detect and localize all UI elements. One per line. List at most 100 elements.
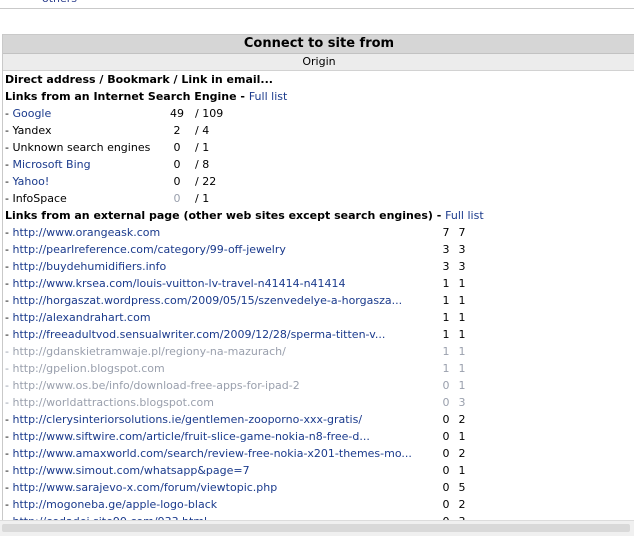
external-page-count-a: 0 [442,396,450,409]
external-page-label: - http://www.siftwire.com/article/fruit-… [5,430,370,443]
external-page-link[interactable]: http://gdanskietramwaje.pl/regiony-na-ma… [12,345,285,358]
external-page-link[interactable]: http://www.os.be/info/download-free-apps… [12,379,299,392]
search-engine-name[interactable]: Google [12,107,51,120]
external-page-row: - http://pearlreference.com/category/99-… [3,241,634,258]
search-engine-count-b: / 109 [195,107,224,120]
external-page-label: - http://freeadultvod.sensualwriter.com/… [5,328,386,341]
external-page-count-a: 7 [442,226,450,239]
external-page-link[interactable]: http://buydehumidifiers.info [12,260,166,273]
external-page-label: - http://www.krsea.com/louis-vuitton-lv-… [5,277,346,290]
connect-from-panel: Connect to site from Origin Direct addre… [2,34,634,522]
external-page-count-b: 1 [458,277,466,290]
horizontal-scrollbar[interactable] [0,520,634,536]
external-page-row: - http://buydehumidifiers.info 3 3 [3,258,634,275]
search-engine-label: - InfoSpace [5,192,67,205]
external-page-link[interactable]: http://www.siftwire.com/article/fruit-sl… [12,430,369,443]
external-page-link[interactable]: http://www.orangeask.com [12,226,160,239]
external-page-label: - http://www.simout.com/whatsapp&page=7 [5,464,250,477]
external-page-full-list-link[interactable]: Full list [445,209,483,222]
search-engine-row: - Google 49 / 109 [3,105,634,122]
external-page-link[interactable]: http://horgaszat.wordpress.com/2009/05/1… [12,294,402,307]
external-page-link[interactable]: http://clerysinteriorsolutions.ie/gentle… [12,413,362,426]
external-page-count-b: 3 [458,243,466,256]
search-engine-count-a: 2 [173,124,181,137]
search-engine-count-a: 0 [173,141,181,154]
search-engine-row: - Yandex 2 / 4 [3,122,634,139]
external-page-row: - http://clerysinteriorsolutions.ie/gent… [3,411,634,428]
external-page-label: - http://worldattractions.blogspot.com [5,396,214,409]
external-page-link[interactable]: http://www.sarajevo-x.com/forum/viewtopi… [12,481,277,494]
external-page-row: - http://worldattractions.blogspot.com 0 3 [3,394,634,411]
external-page-count-b: 1 [458,362,466,375]
external-page-count-a: 0 [442,447,450,460]
search-engine-section-header: Links from an Internet Search Engine - F… [5,90,288,103]
external-page-count-a: 1 [442,311,450,324]
external-page-count-b: 1 [458,345,466,358]
search-engine-count-b: / 1 [195,141,210,154]
external-page-count-a: 1 [442,277,450,290]
search-engine-label: - Microsoft Bing [5,158,91,171]
search-engine-count-a: 0 [173,158,181,171]
external-page-row: - http://gdanskietramwaje.pl/regiony-na-… [3,343,634,360]
external-page-count-a: 3 [442,260,450,273]
external-page-link[interactable]: http://www.amaxworld.com/search/review-f… [12,447,411,460]
search-engine-name: InfoSpace [12,192,67,205]
origin-column-header: Origin [3,54,634,71]
external-page-link[interactable]: http://alexandrahart.com [12,311,150,324]
external-page-row: - http://www.krsea.com/louis-vuitton-lv-… [3,275,634,292]
external-page-count-b: 1 [458,294,466,307]
external-page-list: - http://www.orangeask.com 7 7 - http://pea… [3,224,634,521]
external-page-row: - http://www.orangeask.com 7 7 [3,224,634,241]
external-page-link[interactable]: http://freeadultvod.sensualwriter.com/20… [12,328,385,341]
external-page-link[interactable]: http://gpelion.blogspot.com [12,362,164,375]
external-page-row: - http://horgaszat.wordpress.com/2009/05… [3,292,634,309]
external-page-count-b: 2 [458,413,466,426]
search-engine-full-list-link[interactable]: Full list [249,90,287,103]
external-page-row: - http://mogoneba.ge/apple-logo-black 0 2 [3,496,634,513]
search-engine-name[interactable]: Microsoft Bing [12,158,90,171]
search-engine-count-b: / 22 [195,175,217,188]
search-engine-label: - Yandex [5,124,52,137]
external-page-row: - http://www.siftwire.com/article/fruit-… [3,428,634,445]
external-page-link[interactable]: http://pearlreference.com/category/99-of… [12,243,285,256]
search-engine-label: - Yahoo! [5,175,50,188]
external-page-count-b: 1 [458,328,466,341]
external-page-count-b: 1 [458,379,466,392]
search-engine-list: - Google 49 / 109 - Yandex 2 / 4 - Unknown sea… [3,105,634,207]
external-page-count-a: 0 [442,464,450,477]
external-page-link[interactable]: http://worldattractions.blogspot.com [12,396,213,409]
external-page-count-b: 1 [458,430,466,443]
external-page-count-b: 2 [458,447,466,460]
direct-address-label: Direct address / Bookmark / Link in emai… [5,73,273,86]
search-engine-count-b: / 1 [195,192,210,205]
external-page-label: - http://www.os.be/info/download-free-ap… [5,379,300,392]
others-link[interactable]: others [42,0,77,5]
search-engine-count-a: 49 [170,107,184,120]
external-page-row: - http://gpelion.blogspot.com 1 1 [3,360,634,377]
external-page-label: - http://gdanskietramwaje.pl/regiony-na-… [5,345,286,358]
previous-table-fragment: others [0,0,634,9]
search-engine-count-a: 0 [173,192,181,205]
external-page-link[interactable]: http://www.simout.com/whatsapp&page=7 [12,464,249,477]
external-page-count-b: 7 [458,226,466,239]
external-page-label: - http://www.sarajevo-x.com/forum/viewto… [5,481,278,494]
external-page-count-b: 5 [458,481,466,494]
search-engine-label: - Unknown search engines [5,141,151,154]
search-engine-name: Yandex [12,124,52,137]
external-page-count-a: 0 [442,430,450,443]
external-page-link[interactable]: http://mogoneba.ge/apple-logo-black [12,498,217,511]
external-page-label: - http://www.orangeask.com [5,226,161,239]
search-engine-row: - Yahoo! 0 / 22 [3,173,634,190]
external-page-count-b: 3 [458,396,466,409]
search-engine-label: - Google [5,107,52,120]
external-page-link[interactable]: http://www.krsea.com/louis-vuitton-lv-tr… [12,277,345,290]
external-page-count-b: 1 [458,311,466,324]
external-page-label: - http://horgaszat.wordpress.com/2009/05… [5,294,403,307]
search-engine-count-b: / 8 [195,158,210,171]
external-page-count-a: 0 [442,413,450,426]
external-page-label: - http://buydehumidifiers.info [5,260,167,273]
scrollbar-thumb[interactable] [2,524,630,532]
search-engine-name[interactable]: Yahoo! [12,175,49,188]
external-page-row: - http://www.sarajevo-x.com/forum/viewto… [3,479,634,496]
external-page-row: - http://www.amaxworld.com/search/review… [3,445,634,462]
